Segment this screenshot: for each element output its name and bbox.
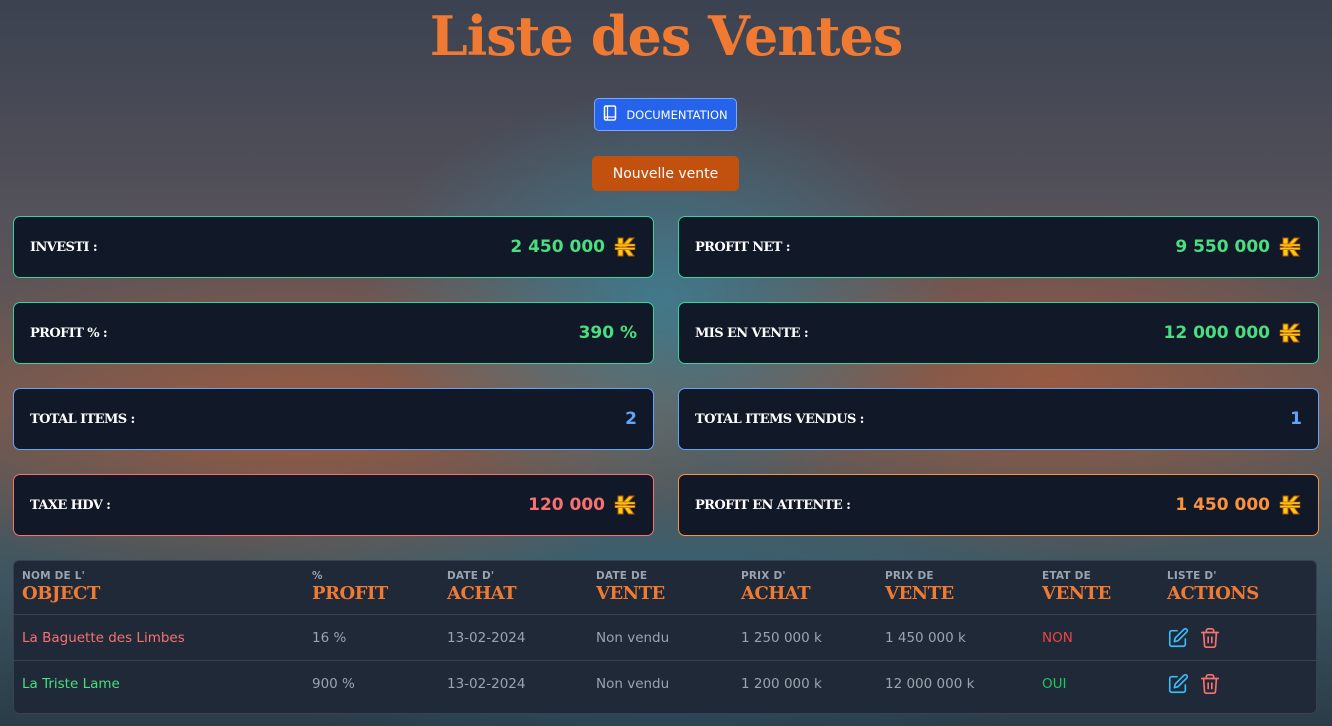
item-name: La Baguette des Limbes [14,614,312,661]
item-profit: 16 % [312,614,447,661]
trash-icon[interactable] [1199,627,1221,649]
table-row: La Baguette des Limbes 16 % 13-02-2024 N… [14,614,1316,661]
trash-icon[interactable] [1199,673,1221,695]
item-name: La Triste Lame [22,675,120,692]
column-header-prix-achat: PRIX D' ACHAT [741,561,885,615]
item-date-achat: 13-02-2024 [447,614,596,661]
kamas-coin-icon [614,237,636,257]
stat-label: TOTAL ITEMS : [30,411,135,427]
kamas-coin-icon [1279,323,1301,343]
stat-card-investi: INVESTI : 2 450 000 [13,216,654,278]
stat-value: 2 450 000 [510,237,605,257]
edit-icon[interactable] [1167,673,1189,695]
stat-value: 1 450 000 [1175,495,1270,515]
stat-label: TOTAL ITEMS VENDUS : [695,411,864,427]
stat-value: 2 [625,409,637,429]
column-header-object: NOM DE L' OBJECT [14,561,312,615]
stat-card-total-items: TOTAL ITEMS : 2 [13,388,654,450]
stat-value: 9 550 000 [1175,237,1270,257]
column-header-profit: % PROFIT [312,561,447,615]
item-prix-vente: 12 000 000 k [885,675,975,692]
item-date-vente: Non vendu [596,675,670,692]
kamas-coin-icon [614,495,636,515]
documentation-button[interactable]: DOCUMENTATION [594,98,737,131]
item-prix-achat: 1 200 000 k [741,675,822,692]
item-actions [1167,661,1316,707]
stat-value: 1 [1290,409,1302,429]
column-header-etat-vente: ETAT DE VENTE [1042,561,1167,615]
stat-card-profit-en-attente: PROFIT EN ATTENTE : 1 450 000 [678,474,1319,536]
column-header-actions: LISTE D' ACTIONS [1167,561,1316,615]
item-prix-vente: 1 450 000 k [885,614,1042,661]
item-profit: 900 % [312,675,355,692]
stat-label: PROFIT EN ATTENTE : [695,497,851,513]
item-prix-achat: 1 250 000 k [741,614,885,661]
page-title: Liste des Ventes [429,4,904,68]
stat-card-profit-percent: PROFIT % : 390 % [13,302,654,364]
item-actions [1167,614,1316,661]
kamas-coin-icon [1279,237,1301,257]
stat-label: INVESTI : [30,239,98,255]
new-sale-button[interactable]: Nouvelle vente [592,156,739,191]
book-icon [603,105,617,124]
column-header-date-vente: DATE DE VENTE [596,561,741,615]
stat-value: 12 000 000 [1163,323,1270,343]
stat-value: 120 000 [528,495,605,515]
stat-label: MIS EN VENTE : [695,325,809,341]
edit-icon[interactable] [1167,627,1189,649]
table-header-row: NOM DE L' OBJECT % PROFIT DATE D' ACHAT DAT… [14,561,1316,615]
item-date-achat: 13-02-2024 [447,675,526,692]
stat-label: PROFIT NET : [695,239,791,255]
stat-value: 390 % [578,323,637,343]
item-etat: OUI [1042,675,1067,692]
column-header-date-achat: DATE D' ACHAT [447,561,596,615]
column-header-prix-vente: PRIX DE VENTE [885,561,1042,615]
documentation-label: DOCUMENTATION [626,107,728,122]
stat-card-mis-en-vente: MIS EN VENTE : 12 000 000 [678,302,1319,364]
sales-table: NOM DE L' OBJECT % PROFIT DATE D' ACHAT DAT… [13,560,1317,714]
stat-card-total-items-vendus: TOTAL ITEMS VENDUS : 1 [678,388,1319,450]
item-etat: NON [1042,614,1167,661]
kamas-coin-icon [1279,495,1301,515]
stat-label: TAXE HDV : [30,497,111,513]
table-row: La Triste Lame 900 % 13-02-2024 Non vend… [14,661,1316,707]
stat-label: PROFIT % : [30,325,108,341]
item-date-vente: Non vendu [596,614,741,661]
stat-card-taxe-hdv: TAXE HDV : 120 000 [13,474,654,536]
stat-card-profit-net: PROFIT NET : 9 550 000 [678,216,1319,278]
